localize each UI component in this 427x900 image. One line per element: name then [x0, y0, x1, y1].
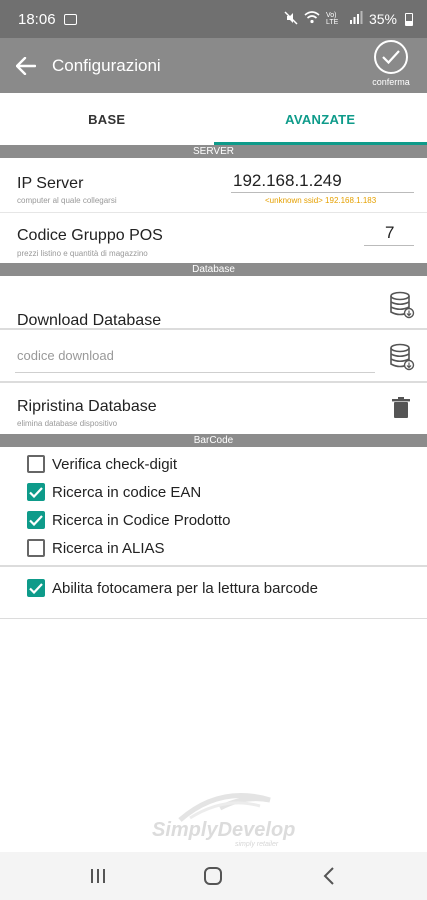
status-bar: 18:06 Vo) LTE 35% [0, 0, 427, 38]
database-download-icon[interactable] [389, 291, 415, 319]
tab-bar: BASE AVANZATE [0, 93, 427, 145]
checkbox-label: Ricerca in Codice Prodotto [52, 511, 231, 529]
checkbox-label: Ricerca in ALIAS [52, 539, 165, 557]
page-title: Configurazioni [52, 55, 161, 75]
battery-icon [405, 12, 413, 26]
back-button[interactable] [2, 38, 50, 93]
tab-avanzate[interactable]: AVANZATE [213, 93, 427, 145]
checkbox-label: Ricerca in codice EAN [52, 483, 202, 501]
ip-server-label: IP Server [17, 175, 84, 192]
confirm-button[interactable]: conferma [365, 40, 417, 90]
app-toolbar: Configurazioni conferma [0, 38, 427, 93]
back-arrow-icon [16, 56, 36, 75]
pos-group-underline [364, 245, 414, 246]
divider [0, 212, 427, 213]
ip-server-underline [231, 192, 414, 193]
battery-percent: 35% [368, 11, 397, 27]
checkbox-ricerca-codice-prodotto[interactable]: Ricerca in Codice Prodotto [27, 508, 230, 532]
home-icon [204, 867, 223, 885]
checkbox-unchecked-icon [27, 539, 45, 557]
checkbox-checked-icon [27, 511, 45, 529]
checkbox-checked-icon [27, 483, 45, 501]
watermark-brand: SimplyDevelop [152, 819, 295, 841]
download-code-underline [15, 372, 375, 373]
watermark-tagline: simply retailer [235, 841, 279, 848]
divider [0, 565, 427, 567]
wifi-icon [304, 11, 320, 27]
checkbox-ricerca-alias[interactable]: Ricerca in ALIAS [27, 536, 165, 560]
home-button[interactable] [193, 856, 233, 896]
divider [0, 328, 427, 330]
image-notification-icon [63, 13, 77, 25]
network-label: Vo) LTE [325, 12, 339, 26]
pos-group-sublabel: prezzi listino e quantità di magazzino [17, 249, 148, 258]
divider [0, 381, 427, 383]
recent-apps-icon [90, 869, 105, 883]
confirm-label: conferma [372, 77, 410, 87]
ip-server-field[interactable]: 192.168.1.249 [233, 171, 342, 191]
system-nav-bar [0, 852, 427, 900]
signal-icon [349, 11, 363, 27]
restore-database-sublabel: elimina database dispositivo [17, 419, 118, 428]
divider [0, 618, 427, 619]
download-code-input[interactable]: codice download [17, 348, 114, 363]
section-header-server: SERVER [0, 145, 427, 158]
ip-server-sublabel: computer al quale collegarsi [17, 196, 117, 205]
simplydevelop-logo: SimplyDevelop simply retailer [150, 790, 320, 850]
nav-back-icon [323, 867, 334, 885]
trash-icon[interactable] [392, 397, 412, 419]
restore-database-label: Ripristina Database [17, 398, 157, 415]
database-code-icon[interactable] [389, 343, 415, 371]
checkbox-verifica-check-digit[interactable]: Verifica check-digit [27, 452, 177, 476]
checkbox-label: Verifica check-digit [52, 455, 178, 473]
tab-base[interactable]: BASE [0, 93, 214, 145]
ssid-hint: <unknown ssid> 192.168.1.183 [265, 196, 377, 205]
checkbox-ricerca-ean[interactable]: Ricerca in codice EAN [27, 480, 201, 504]
nav-back-button[interactable] [309, 856, 349, 896]
checkbox-unchecked-icon [27, 455, 45, 473]
pos-group-field[interactable]: 7 [385, 223, 394, 243]
checkbox-label: Abilita fotocamera per la lettura barcod… [52, 579, 318, 597]
section-header-database: Database [0, 263, 427, 276]
status-time: 18:06 [18, 10, 56, 28]
section-header-barcode: BarCode [0, 434, 427, 447]
checkbox-abilita-fotocamera[interactable]: Abilita fotocamera per la lettura barcod… [27, 576, 318, 600]
check-icon [374, 40, 408, 74]
checkbox-checked-icon [27, 579, 45, 597]
mute-icon [284, 10, 298, 28]
pos-group-label: Codice Gruppo POS [17, 227, 163, 244]
recent-apps-button[interactable] [78, 856, 118, 896]
